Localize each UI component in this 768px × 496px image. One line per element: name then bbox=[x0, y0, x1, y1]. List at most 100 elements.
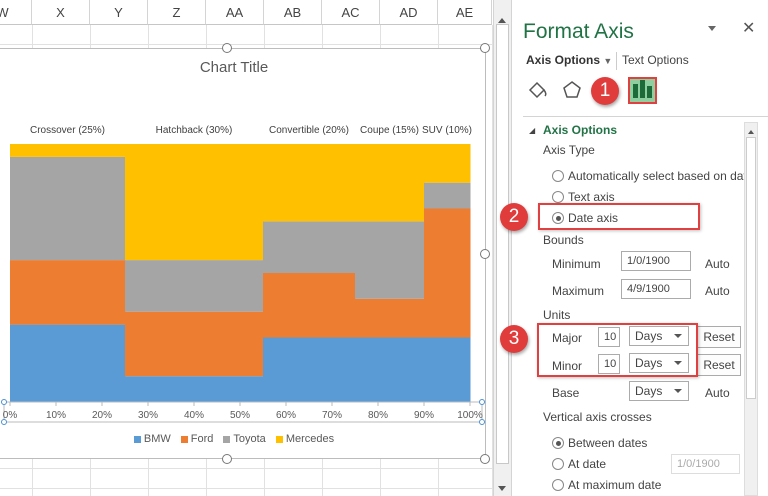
segment-ford-1[interactable] bbox=[125, 311, 264, 377]
radio-at-date-label[interactable]: At date bbox=[568, 457, 606, 471]
legend-item-toyota[interactable]: Toyota bbox=[223, 433, 266, 445]
vertical-scrollbar[interactable] bbox=[493, 0, 511, 496]
bounds-label: Bounds bbox=[543, 233, 584, 247]
radio-between-dates-label[interactable]: Between dates bbox=[568, 436, 647, 450]
axis-selection-handle[interactable] bbox=[479, 399, 485, 405]
vertical-axis-crosses-label: Vertical axis crosses bbox=[543, 410, 652, 424]
format-axis-pane: Format Axis ✕ Axis Options ▼ Text Option… bbox=[500, 0, 768, 496]
minor-reset-button[interactable]: Reset bbox=[697, 354, 741, 376]
legend-swatch bbox=[180, 435, 188, 443]
fill-line-icon[interactable] bbox=[526, 78, 550, 102]
legend-item-bmw[interactable]: BMW bbox=[133, 433, 171, 445]
category-label: Convertible (20%) bbox=[269, 125, 349, 136]
at-date-input[interactable]: 1/0/1900 bbox=[671, 454, 740, 474]
segment-bmw-3[interactable] bbox=[355, 337, 425, 403]
column-header[interactable]: AA bbox=[206, 0, 264, 25]
column-header[interactable]: AD bbox=[380, 0, 438, 25]
x-tick-label: 40% bbox=[184, 410, 204, 421]
legend-label: Mercedes bbox=[285, 433, 335, 445]
column-header[interactable]: Z bbox=[148, 0, 206, 25]
maximum-label: Maximum bbox=[552, 284, 605, 298]
axis-selection-handle[interactable] bbox=[1, 399, 7, 405]
x-tick-label: 30% bbox=[138, 410, 158, 421]
category-label: Hatchback (30%) bbox=[156, 125, 233, 136]
axis-options-chart-icon[interactable] bbox=[628, 77, 657, 104]
base-label: Base bbox=[552, 386, 580, 400]
close-icon[interactable]: ✕ bbox=[742, 18, 755, 38]
pane-scrollbar[interactable] bbox=[744, 122, 758, 496]
chart-area[interactable]: Chart Title Crossover (25%) Hatchback (30… bbox=[0, 48, 486, 459]
collapse-triangle-icon[interactable]: ◢ bbox=[529, 126, 535, 135]
x-tick-label: 90% bbox=[414, 410, 434, 421]
column-header[interactable]: W bbox=[0, 0, 32, 25]
minimum-input[interactable]: 1/0/1900 bbox=[621, 251, 691, 271]
segment-ford-2[interactable] bbox=[263, 273, 356, 338]
radio-at-date[interactable] bbox=[552, 458, 564, 470]
units-label: Units bbox=[543, 308, 571, 322]
base-unit-select[interactable]: Days bbox=[629, 381, 689, 401]
legend[interactable]: BMW Ford Toyota Mercedes bbox=[0, 433, 469, 445]
effects-icon[interactable] bbox=[560, 78, 584, 102]
radio-between-dates[interactable] bbox=[552, 437, 564, 449]
segment-bmw-0[interactable] bbox=[10, 324, 126, 402]
resize-handle[interactable] bbox=[222, 43, 232, 53]
scroll-down-arrow[interactable] bbox=[498, 486, 506, 495]
segment-mercedes-3[interactable] bbox=[355, 144, 425, 222]
segment-bmw-4[interactable] bbox=[424, 337, 471, 403]
highlight-date-axis bbox=[538, 203, 700, 230]
segment-mercedes-1[interactable] bbox=[125, 144, 264, 261]
radio-auto[interactable] bbox=[552, 170, 564, 182]
legend-item-mercedes[interactable]: Mercedes bbox=[275, 433, 335, 445]
axis-selection-handle[interactable] bbox=[479, 419, 485, 425]
segment-toyota-0[interactable] bbox=[10, 156, 126, 261]
minimum-auto: Auto bbox=[705, 257, 730, 271]
segment-bmw-2[interactable] bbox=[263, 337, 356, 403]
scroll-up-arrow[interactable] bbox=[498, 14, 506, 23]
radio-text-axis-label[interactable]: Text axis bbox=[568, 190, 615, 204]
column-header[interactable]: Y bbox=[90, 0, 148, 25]
segment-mercedes-4[interactable] bbox=[424, 144, 471, 183]
column-header[interactable]: AB bbox=[264, 0, 322, 25]
category-label: SUV (10%) bbox=[422, 125, 472, 136]
plot-area[interactable]: Crossover (25%) Hatchback (30%) Convertibl… bbox=[0, 49, 487, 460]
axis-selection-handle[interactable] bbox=[1, 419, 7, 425]
major-reset-button[interactable]: Reset bbox=[697, 326, 741, 348]
segment-ford-0[interactable] bbox=[10, 260, 126, 325]
resize-handle[interactable] bbox=[222, 454, 232, 464]
minimum-label: Minimum bbox=[552, 257, 601, 271]
segment-toyota-2[interactable] bbox=[263, 221, 356, 273]
segment-mercedes-0[interactable] bbox=[10, 144, 126, 157]
segment-ford-3[interactable] bbox=[355, 298, 425, 338]
segment-toyota-3[interactable] bbox=[355, 221, 425, 299]
x-tick-label: 80% bbox=[368, 410, 388, 421]
radio-at-max-date-label[interactable]: At maximum date bbox=[568, 478, 661, 492]
radio-at-max-date[interactable] bbox=[552, 479, 564, 491]
legend-item-ford[interactable]: Ford bbox=[180, 433, 213, 445]
column-header[interactable]: AC bbox=[322, 0, 380, 25]
maximum-input[interactable]: 4/9/1900 bbox=[621, 279, 691, 299]
column-header[interactable]: AE bbox=[438, 0, 492, 25]
radio-auto-label[interactable]: Automatically select based on data bbox=[568, 169, 753, 183]
step-badge-2: 2 bbox=[500, 203, 528, 231]
section-axis-options[interactable]: Axis Options bbox=[543, 123, 617, 137]
step-badge-1: 1 bbox=[591, 77, 619, 105]
legend-swatch bbox=[223, 435, 231, 443]
resize-handle[interactable] bbox=[480, 43, 490, 53]
resize-handle[interactable] bbox=[480, 454, 490, 464]
segment-ford-4[interactable] bbox=[424, 208, 471, 338]
radio-text-axis[interactable] bbox=[552, 191, 564, 203]
maximum-auto: Auto bbox=[705, 284, 730, 298]
pane-options-dropdown-icon[interactable] bbox=[708, 26, 716, 35]
scroll-thumb[interactable] bbox=[496, 24, 509, 464]
column-header[interactable]: X bbox=[32, 0, 90, 25]
legend-label: BMW bbox=[143, 433, 171, 445]
tab-axis-options[interactable]: Axis Options ▼ bbox=[526, 53, 612, 67]
segment-mercedes-2[interactable] bbox=[263, 144, 356, 222]
resize-handle[interactable] bbox=[480, 249, 490, 259]
segment-toyota-1[interactable] bbox=[125, 260, 264, 312]
segment-bmw-1[interactable] bbox=[125, 376, 264, 402]
tab-text-options[interactable]: Text Options bbox=[622, 53, 689, 67]
segment-toyota-4[interactable] bbox=[424, 182, 471, 209]
pane-title: Format Axis bbox=[523, 20, 634, 43]
x-tick-label: 100% bbox=[457, 410, 483, 421]
